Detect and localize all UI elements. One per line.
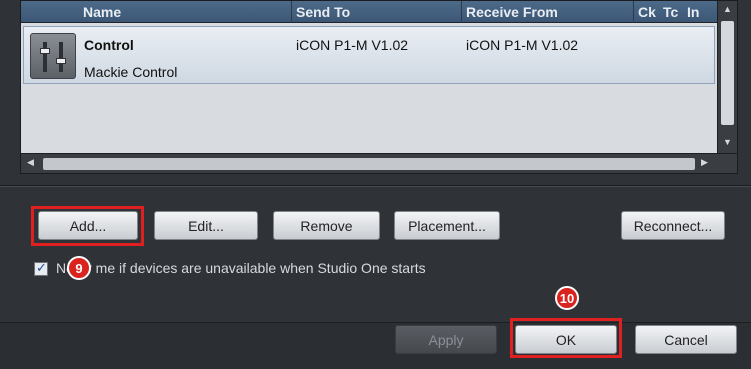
reconnect-button[interactable]: Reconnect... — [621, 211, 725, 240]
highlight-add — [31, 206, 144, 246]
device-receive-from: iCON P1-M V1.02 — [466, 37, 579, 53]
column-tc[interactable]: Tc — [663, 4, 678, 20]
device-send-to: iCON P1-M V1.02 — [296, 37, 409, 53]
scroll-up-icon[interactable]: ▲ — [723, 4, 732, 14]
list-body: Control Mackie Control iCON P1-M V1.02 i… — [21, 23, 717, 153]
step-marker-9: 9 — [67, 256, 91, 280]
vertical-scrollbar[interactable]: ▲ ▼ — [717, 1, 737, 153]
column-receive-from[interactable]: Receive From — [466, 4, 558, 20]
notify-label: Notify me if devices are unavailable whe… — [56, 260, 426, 276]
remove-button[interactable]: Remove — [273, 211, 380, 240]
list-header: Name Send To Receive From Ck Tc In — [21, 1, 717, 23]
apply-button[interactable]: Apply — [395, 325, 497, 354]
horizontal-scrollbar[interactable]: ◀ ▶ — [21, 153, 737, 173]
device-name: Control — [84, 37, 134, 53]
column-in[interactable]: In — [687, 4, 699, 20]
table-row[interactable]: Control Mackie Control iCON P1-M V1.02 i… — [23, 26, 715, 84]
highlight-ok — [510, 318, 622, 358]
scroll-left-icon[interactable]: ◀ — [27, 157, 34, 168]
placement-button[interactable]: Placement... — [394, 211, 500, 240]
vertical-scroll-thumb[interactable] — [721, 21, 734, 125]
notify-checkbox[interactable] — [34, 260, 48, 276]
scroll-down-icon[interactable]: ▼ — [723, 137, 732, 147]
horizontal-scroll-thumb[interactable] — [43, 158, 695, 170]
cancel-button[interactable]: Cancel — [635, 325, 737, 354]
edit-button[interactable]: Edit... — [154, 211, 258, 240]
column-separator — [633, 1, 634, 23]
scroll-right-icon[interactable]: ▶ — [701, 157, 708, 168]
column-name[interactable]: Name — [83, 4, 121, 20]
column-separator — [291, 1, 292, 23]
column-send-to[interactable]: Send To — [296, 4, 350, 20]
column-separator — [461, 1, 462, 23]
device-fader-icon — [30, 33, 76, 79]
device-type: Mackie Control — [84, 64, 178, 80]
device-list: Name Send To Receive From Ck Tc In Contr… — [20, 0, 738, 174]
column-ck[interactable]: Ck — [638, 4, 656, 20]
step-marker-10: 10 — [555, 286, 579, 310]
section-divider — [0, 185, 751, 187]
